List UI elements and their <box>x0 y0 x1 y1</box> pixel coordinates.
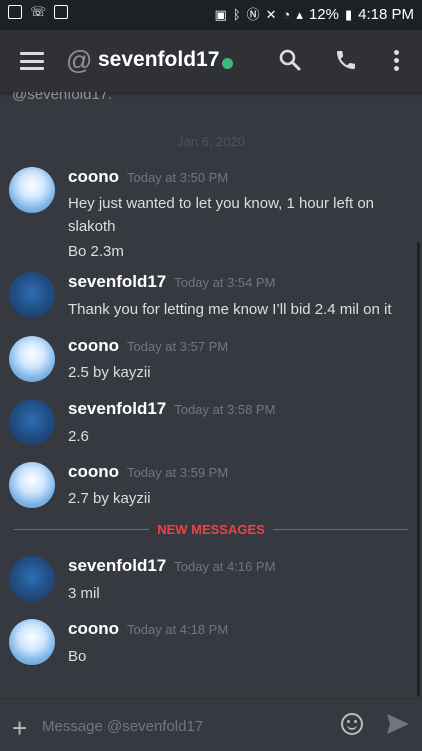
previous-message-text: @sevenfold17. <box>12 92 113 103</box>
data-saver-icon: ▣ <box>214 6 227 22</box>
message-text: slakoth <box>68 218 116 235</box>
new-messages-label-wrap: NEW MESSAGES <box>0 521 422 539</box>
message-text: 2.5 by kayzii <box>68 364 151 381</box>
message-text: Bo <box>68 648 87 665</box>
search-icon[interactable] <box>278 48 302 72</box>
author-name[interactable]: sevenfold17 <box>68 399 166 418</box>
message-input[interactable] <box>40 711 329 741</box>
author-name[interactable]: coono <box>68 619 119 638</box>
screenshot-icon <box>8 5 22 19</box>
message-text: 2.6 <box>68 428 89 445</box>
battery-icon: ▮ <box>344 6 353 22</box>
battery-percent: 12% <box>308 6 339 23</box>
phone-call-icon[interactable] <box>334 48 358 72</box>
timestamp: Today at 3:54 PM <box>174 275 276 290</box>
timestamp: Today at 3:57 PM <box>127 339 229 354</box>
online-status-icon <box>222 58 233 69</box>
plus-icon[interactable]: + <box>12 713 27 744</box>
author-name[interactable]: coono <box>68 167 119 186</box>
avatar[interactable] <box>9 556 55 602</box>
timestamp: Today at 4:18 PM <box>127 622 229 637</box>
message-text: Hey just wanted to let you know, 1 hour … <box>68 195 375 212</box>
emoji-icon[interactable] <box>341 713 363 735</box>
avatar[interactable] <box>9 167 55 213</box>
send-icon[interactable] <box>386 713 410 735</box>
wifi-icon: ◔ <box>282 6 291 22</box>
hamburger-menu-icon[interactable] <box>20 52 44 70</box>
timestamp: Today at 3:50 PM <box>127 170 229 185</box>
message-text: Bo 2.3m <box>68 243 124 260</box>
author-name[interactable]: sevenfold17 <box>68 272 166 291</box>
bluetooth-icon: ᛒ <box>232 6 241 22</box>
status-time: 4:18 PM <box>358 6 414 23</box>
nfc-icon: Ⓝ <box>246 6 260 22</box>
message-list[interactable]: @sevenfold17. Jan 6, 2020 coono Today at … <box>0 92 422 698</box>
more-options-icon[interactable] <box>392 50 400 72</box>
message-text: Thank you for letting me know I’ll bid 2… <box>68 301 392 318</box>
message-input-bar: + <box>0 698 422 751</box>
avatar[interactable] <box>9 619 55 665</box>
status-right-icons: ▣ ᛒ Ⓝ ✕ ◔ ▴ 12% ▮ 4:18 PM <box>215 6 414 23</box>
wifi-call-icon: ☏ <box>30 4 47 19</box>
message-text: 3 mil <box>68 585 100 602</box>
image-icon <box>54 5 69 19</box>
message-text: 2.7 by kayzii <box>68 490 151 507</box>
at-icon: @ <box>66 45 93 75</box>
avatar[interactable] <box>9 399 55 445</box>
author-name[interactable]: coono <box>68 336 119 355</box>
app-header: @ sevenfold17 <box>0 30 422 92</box>
status-bar: ☏ ▣ ᛒ Ⓝ ✕ ◔ ▴ 12% ▮ 4:18 PM <box>0 0 422 30</box>
timestamp: Today at 4:16 PM <box>174 559 276 574</box>
avatar[interactable] <box>9 336 55 382</box>
avatar[interactable] <box>9 272 55 318</box>
signal-icon: ▴ <box>296 6 303 22</box>
author-name[interactable]: sevenfold17 <box>68 556 166 575</box>
mute-icon: ✕ <box>265 6 277 22</box>
status-left-icons: ☏ <box>8 4 69 19</box>
channel-title: sevenfold17 <box>98 48 220 71</box>
timestamp: Today at 3:58 PM <box>174 402 276 417</box>
new-messages-label: NEW MESSAGES <box>149 522 273 537</box>
avatar[interactable] <box>9 462 55 508</box>
timestamp: Today at 3:59 PM <box>127 465 229 480</box>
date-divider: Jan 6, 2020 <box>177 134 245 149</box>
author-name[interactable]: coono <box>68 462 119 481</box>
scrollbar[interactable] <box>417 242 420 697</box>
